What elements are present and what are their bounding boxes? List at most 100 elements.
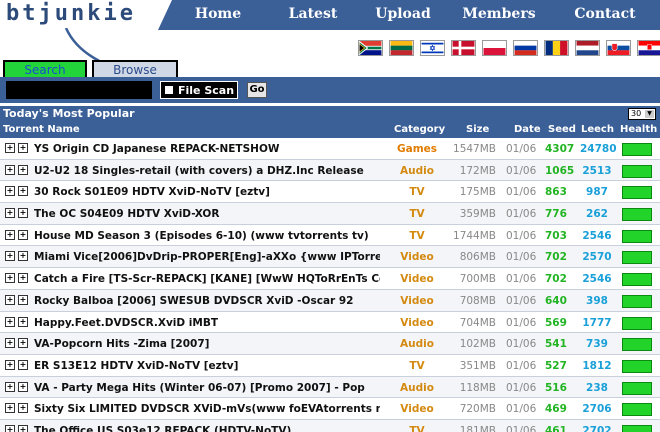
chevron-down-icon[interactable]: ▼ (645, 110, 654, 118)
nav-members[interactable]: Members (448, 0, 550, 30)
category-link[interactable]: Audio (394, 382, 440, 394)
expand-icon[interactable]: + (5, 229, 15, 240)
expand-icon[interactable]: + (5, 273, 15, 284)
category-link[interactable]: TV (394, 230, 440, 242)
category-link[interactable]: TV (394, 360, 440, 372)
torrent-name-link[interactable]: ER S13E12 HDTV XviD-NoTV [eztv] (34, 360, 380, 372)
expand-icon[interactable]: + (5, 143, 15, 153)
table-row[interactable]: + + Sixty Six LIMITED DVDSCR XViD-mVs(www … (0, 398, 660, 420)
add-icon[interactable]: + (18, 229, 28, 240)
add-icon[interactable]: + (18, 403, 28, 414)
col-torrent-name[interactable]: Torrent Name (3, 124, 80, 135)
category-link[interactable]: Video (394, 403, 440, 415)
expand-icon[interactable]: + (5, 316, 15, 327)
denmark-flag-icon[interactable] (451, 40, 476, 56)
torrent-name-link[interactable]: YS Origin CD Japanese REPACK-NETSHOW (34, 143, 380, 155)
torrent-name-link[interactable]: U2-U2 18 Singles-retail (with covers) a … (34, 165, 380, 177)
lithuania-flag-icon[interactable] (389, 40, 414, 56)
south-africa-flag-icon[interactable] (358, 40, 383, 56)
category-link[interactable]: Games (394, 143, 440, 155)
tab-search[interactable]: Search (3, 60, 87, 78)
nav-latest[interactable]: Latest (268, 0, 358, 30)
torrent-name-link[interactable]: Catch a Fire [TS-Scr-REPACK] [KANE] [WwW… (34, 273, 380, 285)
expand-icon[interactable]: + (5, 164, 15, 175)
col-seed[interactable]: Seed (548, 124, 576, 135)
israel-flag-icon[interactable] (420, 40, 445, 56)
go-button[interactable]: Go (247, 82, 267, 98)
nav-upload[interactable]: Upload (358, 0, 448, 30)
add-icon[interactable]: + (18, 359, 28, 370)
table-row[interactable]: + + The OC S04E09 HDTV XviD-XOR TV 359MB 01/0… (0, 203, 660, 225)
category-link[interactable]: Audio (394, 165, 440, 177)
col-size[interactable]: Size (466, 124, 489, 135)
table-row[interactable]: + + Catch a Fire [TS-Scr-REPACK] [KANE] [W… (0, 268, 660, 290)
table-row[interactable]: + + YS Origin CD Japanese REPACK-NETSHOW Ga… (0, 138, 660, 160)
search-input[interactable] (6, 81, 152, 99)
category-link[interactable]: TV (394, 425, 440, 432)
add-icon[interactable]: + (18, 164, 28, 175)
add-icon[interactable]: + (18, 251, 28, 262)
torrent-name-link[interactable]: Sixty Six LIMITED DVDSCR XViD-mVs(www fo… (34, 403, 380, 415)
nav-home[interactable]: Home (168, 0, 268, 30)
croatia-flag-icon[interactable] (637, 40, 660, 56)
add-icon[interactable]: + (18, 186, 28, 197)
expand-icon[interactable]: + (5, 359, 15, 370)
table-row[interactable]: + + ER S13E12 HDTV XviD-NoTV [eztv] TV 351MB… (0, 354, 660, 377)
torrent-name-link[interactable]: VA - Party Mega Hits (Winter 06-07) [Pro… (34, 382, 380, 394)
category-link[interactable]: Video (394, 251, 440, 263)
file-scan-checkbox[interactable] (164, 85, 174, 95)
torrent-name-link[interactable]: The OC S04E09 HDTV XviD-XOR (34, 208, 380, 220)
table-row[interactable]: + +30 Rock S01E09 HDTV XviD-NoTV [eztv] TV… (0, 181, 660, 204)
add-icon[interactable]: + (18, 316, 28, 327)
expand-icon[interactable]: + (5, 338, 15, 349)
expand-icon[interactable]: + (5, 424, 15, 432)
torrent-name-link[interactable]: 30 Rock S01E09 HDTV XviD-NoTV [eztv] (34, 186, 380, 198)
col-date[interactable]: Date (514, 124, 541, 135)
torrent-name-link[interactable]: House MD Season 3 (Episodes 6-10) (www t… (34, 230, 380, 242)
add-icon[interactable]: + (18, 294, 28, 305)
table-row[interactable]: + + VA-Popcorn Hits -Zima [2007] Audio 102MB… (0, 333, 660, 355)
category-link[interactable]: TV (394, 186, 440, 198)
expand-icon[interactable]: + (5, 294, 15, 305)
col-leech[interactable]: Leech (581, 124, 614, 135)
table-row[interactable]: + + Miami Vice[2006]DvDrip-PROPER[Eng]-aXX… (0, 246, 660, 269)
torrent-name-link[interactable]: Rocky Balboa [2006] SWESUB DVDSCR XviD -… (34, 295, 380, 307)
table-row[interactable]: + + Happy.Feet.DVDSCR.XviD iMBT Video 704MB 0… (0, 311, 660, 334)
russia-flag-icon[interactable] (513, 40, 538, 56)
torrent-name-link[interactable]: The Office US S03e12 REPACK (HDTV-NoTV) (34, 425, 380, 432)
table-row[interactable]: + + VA - Party Mega Hits (Winter 06-07) [P… (0, 376, 660, 399)
add-icon[interactable]: + (18, 338, 28, 349)
expand-icon[interactable]: + (5, 186, 15, 197)
expand-icon[interactable]: + (5, 208, 15, 219)
table-row[interactable]: + + U2-U2 18 Singles-retail (with covers) … (0, 159, 660, 182)
col-health[interactable]: Health (620, 124, 657, 135)
torrent-name-link[interactable]: VA-Popcorn Hits -Zima [2007] (34, 338, 380, 350)
torrent-name-link[interactable]: Happy.Feet.DVDSCR.XviD iMBT (34, 317, 380, 329)
expand-icon[interactable]: + (5, 403, 15, 414)
nav-contact[interactable]: Contact (550, 0, 660, 30)
poland-flag-icon[interactable] (482, 40, 507, 56)
romania-flag-icon[interactable] (544, 40, 569, 56)
tab-browse[interactable]: Browse (92, 60, 178, 78)
category-link[interactable]: Audio (394, 338, 440, 350)
category-link[interactable]: Video (394, 273, 440, 285)
category-link[interactable]: Video (394, 295, 440, 307)
table-row[interactable]: + + The Office US S03e12 REPACK (HDTV-NoTV… (0, 419, 660, 432)
category-link[interactable]: Video (394, 317, 440, 329)
add-icon[interactable]: + (18, 381, 28, 392)
expand-icon[interactable]: + (5, 381, 15, 392)
col-category[interactable]: Category (394, 124, 445, 135)
table-row[interactable]: + + Rocky Balboa [2006] SWESUB DVDSCR XviD… (0, 289, 660, 312)
slovakia-flag-icon[interactable] (606, 40, 631, 56)
torrent-name-link[interactable]: Miami Vice[2006]DvDrip-PROPER[Eng]-aXXo … (34, 251, 380, 263)
results-count-select[interactable]: 30 ▼ (628, 108, 656, 120)
add-icon[interactable]: + (18, 208, 28, 219)
file-scan-toggle[interactable]: File Scan (160, 81, 238, 99)
add-icon[interactable]: + (18, 424, 28, 432)
table-row[interactable]: + + House MD Season 3 (Episodes 6-10) (www… (0, 224, 660, 247)
logo[interactable]: btjunkie (0, 0, 168, 30)
netherlands-flag-icon[interactable] (575, 40, 600, 56)
add-icon[interactable]: + (18, 143, 28, 153)
expand-icon[interactable]: + (5, 251, 15, 262)
category-link[interactable]: TV (394, 208, 440, 220)
